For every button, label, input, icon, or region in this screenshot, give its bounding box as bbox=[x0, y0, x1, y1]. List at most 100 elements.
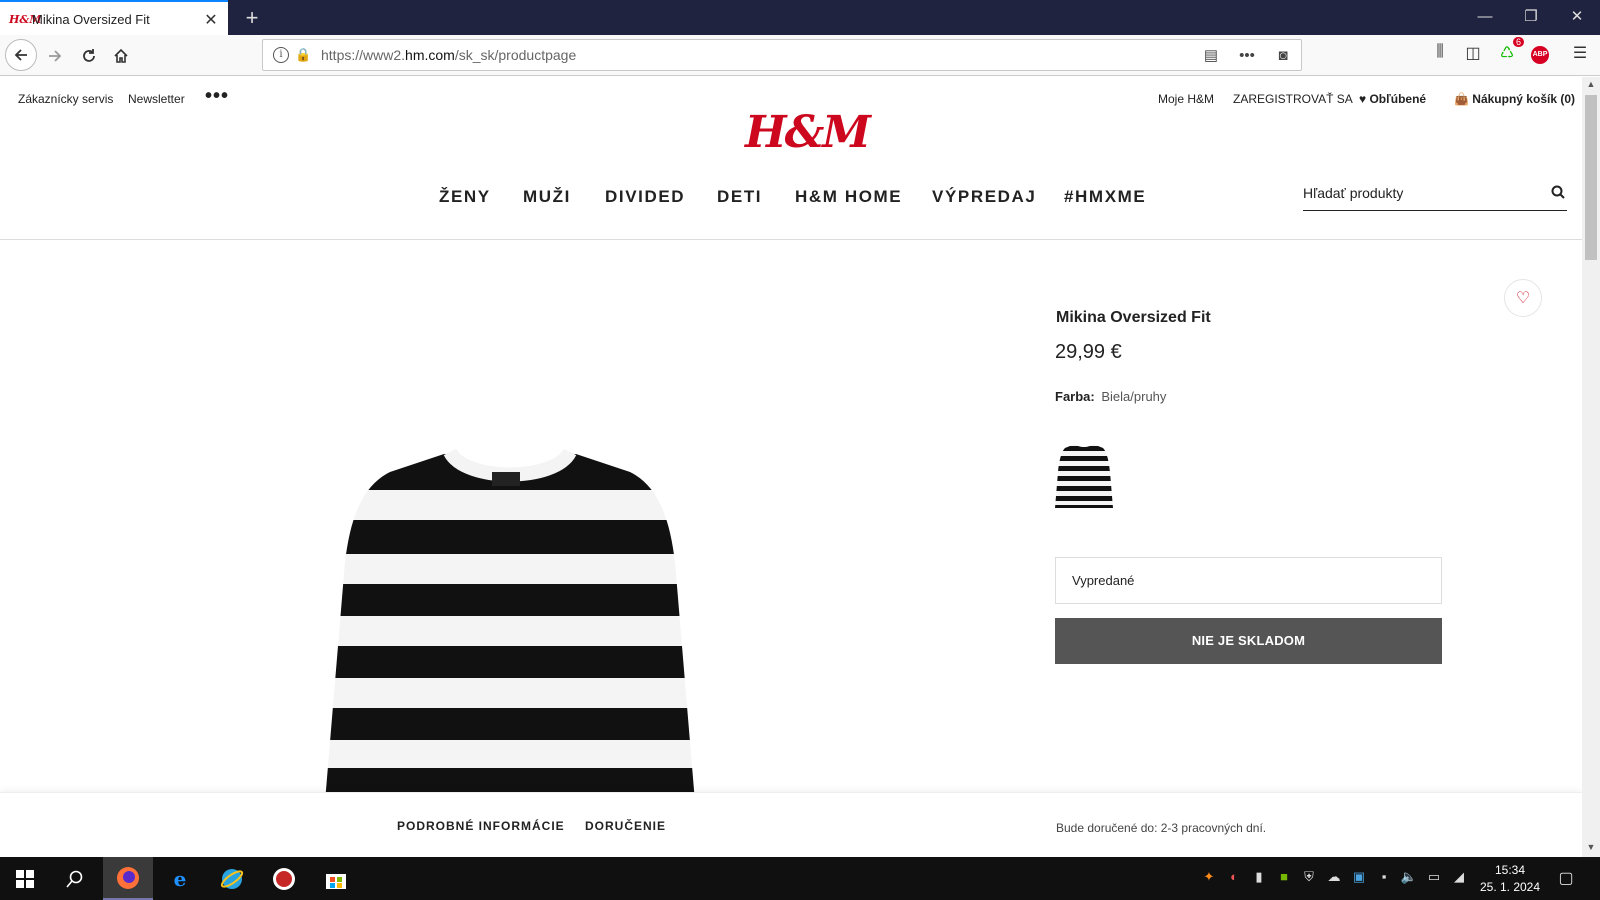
wifi-icon[interactable]: ◢ bbox=[1450, 869, 1468, 887]
cart-link[interactable]: 👜 Nákupný košík (0) bbox=[1454, 92, 1575, 106]
tray-usb-icon[interactable]: ▮ bbox=[1250, 869, 1268, 887]
site-info-icon[interactable]: i bbox=[273, 47, 289, 63]
windows-logo-icon bbox=[16, 869, 34, 888]
url-text[interactable]: https://www2.hm.com/sk_sk/productpage bbox=[321, 47, 1193, 63]
firefox-icon bbox=[117, 866, 139, 889]
close-tab-icon[interactable]: ✕ bbox=[200, 10, 222, 30]
page-scrollbar[interactable]: ▲ ▼ bbox=[1582, 77, 1600, 857]
scrollbar-thumb[interactable] bbox=[1585, 95, 1597, 260]
header-divider bbox=[0, 239, 1582, 240]
nav-kids[interactable]: DETI bbox=[717, 187, 762, 207]
browser-titlebar: H&M Mikina Oversized Fit ✕ + — ❐ ✕ bbox=[0, 0, 1600, 37]
home-button[interactable] bbox=[106, 41, 136, 71]
customer-service-link[interactable]: Zákaznícky servis bbox=[18, 92, 113, 106]
lock-icon: 🔒 bbox=[295, 47, 312, 62]
new-tab-button[interactable]: + bbox=[240, 7, 264, 31]
edge-icon: e bbox=[173, 866, 187, 891]
search-field[interactable]: Hľadať produkty bbox=[1303, 181, 1567, 211]
browser-tab-active[interactable]: H&M Mikina Oversized Fit ✕ bbox=[0, 0, 228, 37]
product-price: 29,99 € bbox=[1055, 341, 1122, 363]
library-icon[interactable]: ⫼ bbox=[1427, 43, 1453, 67]
tray-network-app-icon[interactable]: ▣ bbox=[1350, 869, 1368, 887]
web-page: Zákaznícky servis Newsletter ••• Moje H&… bbox=[0, 77, 1582, 857]
addon-icon[interactable]: ♺ 6 bbox=[1494, 37, 1524, 67]
taskbar-ie[interactable] bbox=[207, 857, 257, 900]
forward-arrow-icon bbox=[49, 50, 62, 62]
notifications-icon[interactable]: ▢ bbox=[1557, 868, 1575, 887]
favorites-link[interactable]: ♥ Obľúbené bbox=[1359, 92, 1426, 106]
close-window-icon[interactable]: ✕ bbox=[1554, 0, 1600, 35]
tray-nvidia-icon[interactable]: ■ bbox=[1275, 869, 1293, 887]
forward-button[interactable] bbox=[40, 41, 70, 71]
nav-women[interactable]: ŽENY bbox=[439, 187, 491, 207]
addon-badge: 6 bbox=[1512, 37, 1524, 47]
color-value: Biela/pruhy bbox=[1101, 389, 1167, 404]
tray-device-icon[interactable]: ▪ bbox=[1375, 869, 1393, 887]
search-icon[interactable] bbox=[1551, 185, 1565, 199]
size-select[interactable]: Vypredané bbox=[1055, 557, 1442, 604]
add-to-favorites-button[interactable]: ♡ bbox=[1504, 279, 1542, 317]
tab-title: Mikina Oversized Fit bbox=[32, 12, 150, 27]
taskbar-firefox[interactable] bbox=[103, 857, 153, 900]
battery-icon[interactable]: ▭ bbox=[1425, 869, 1443, 887]
tray-sync-icon[interactable]: ◐ bbox=[1225, 869, 1243, 887]
scroll-down-icon[interactable]: ▼ bbox=[1582, 842, 1600, 852]
nav-divided[interactable]: DIVIDED bbox=[605, 187, 685, 207]
product-info-bar: PODROBNÉ INFORMÁCIE DORUČENIE Bude doruč… bbox=[0, 792, 1582, 857]
address-bar[interactable]: i 🔒 https://www2.hm.com/sk_sk/productpag… bbox=[262, 39, 1302, 71]
heart-icon: ♥ bbox=[1359, 92, 1367, 106]
start-button[interactable] bbox=[0, 857, 50, 900]
heart-outline-icon: ♡ bbox=[1515, 290, 1531, 307]
adblock-icon[interactable]: ABP bbox=[1527, 43, 1553, 67]
tray-app-icon[interactable]: ✦ bbox=[1200, 869, 1218, 887]
product-name: Mikina Oversized Fit bbox=[1056, 309, 1211, 326]
search-placeholder: Hľadať produkty bbox=[1303, 185, 1404, 201]
taskbar-clock[interactable]: 15:34 25. 1. 2024 bbox=[1475, 862, 1545, 896]
taskbar-search-button[interactable] bbox=[50, 857, 100, 900]
out-of-stock-button[interactable]: NIE JE SKLADOM bbox=[1055, 618, 1442, 664]
taskbar-search-icon bbox=[66, 870, 83, 888]
clock-time: 15:34 bbox=[1494, 863, 1526, 877]
taskbar-edge[interactable]: e bbox=[155, 857, 205, 900]
nav-sale[interactable]: VÝPREDAJ bbox=[932, 187, 1036, 207]
color-label: Farba: bbox=[1055, 389, 1095, 404]
nav-men[interactable]: MUŽI bbox=[523, 187, 571, 207]
store-icon bbox=[326, 873, 346, 889]
tab-product-details[interactable]: PODROBNÉ INFORMÁCIE bbox=[397, 819, 565, 833]
color-swatch[interactable] bbox=[1055, 442, 1113, 508]
tab-delivery[interactable]: DORUČENIE bbox=[585, 819, 666, 833]
pocket-icon[interactable]: ◙ bbox=[1265, 47, 1301, 64]
scroll-up-icon[interactable]: ▲ bbox=[1582, 79, 1600, 89]
home-icon bbox=[114, 48, 128, 63]
back-button[interactable] bbox=[5, 39, 37, 71]
my-account-link[interactable]: Moje H&M bbox=[1158, 92, 1214, 106]
shopping-bag-icon: 👜 bbox=[1454, 92, 1469, 106]
newsletter-link[interactable]: Newsletter bbox=[128, 92, 185, 106]
taskbar-store[interactable] bbox=[311, 857, 361, 900]
reader-view-icon[interactable]: ▤ bbox=[1193, 46, 1229, 64]
reload-button[interactable] bbox=[74, 41, 104, 71]
more-menu-icon[interactable]: ••• bbox=[205, 85, 229, 108]
browser-toolbar: i 🔒 https://www2.hm.com/sk_sk/productpag… bbox=[0, 35, 1600, 76]
browser-app-icon bbox=[220, 868, 244, 889]
register-link[interactable]: ZAREGISTROVAŤ SA bbox=[1233, 92, 1353, 106]
tray-onedrive-icon[interactable]: ☁ bbox=[1325, 869, 1343, 887]
nav-hmxme[interactable]: #HMXME bbox=[1064, 187, 1146, 207]
minimize-icon[interactable]: — bbox=[1462, 0, 1508, 35]
nav-home[interactable]: H&M HOME bbox=[795, 187, 902, 207]
hm-favicon-icon: H&M bbox=[9, 13, 42, 26]
reload-icon bbox=[83, 49, 95, 62]
sidebar-icon[interactable]: ◫ bbox=[1460, 43, 1486, 67]
volume-icon[interactable]: 🔈 bbox=[1400, 869, 1418, 887]
color-info: Farba: Biela/pruhy bbox=[1055, 389, 1166, 404]
restore-icon[interactable]: ❐ bbox=[1508, 0, 1554, 35]
windows-taskbar: e ✦ ◐ ▮ ■ ⛨ ☁ ▣ ▪ 🔈 ▭ ◢ 15:34 25. 1. 202… bbox=[0, 857, 1600, 900]
tray-shield-icon[interactable]: ⛨ bbox=[1300, 869, 1318, 887]
menu-icon[interactable]: ☰ bbox=[1567, 43, 1593, 67]
page-actions-icon[interactable]: ••• bbox=[1229, 47, 1265, 64]
back-arrow-icon bbox=[14, 49, 27, 61]
delivery-info: Bude doručené do: 2-3 pracovných dní. bbox=[1056, 821, 1267, 835]
taskbar-app[interactable] bbox=[259, 857, 309, 900]
hm-logo[interactable]: H&M bbox=[745, 107, 871, 163]
app-circle-icon bbox=[273, 867, 295, 890]
